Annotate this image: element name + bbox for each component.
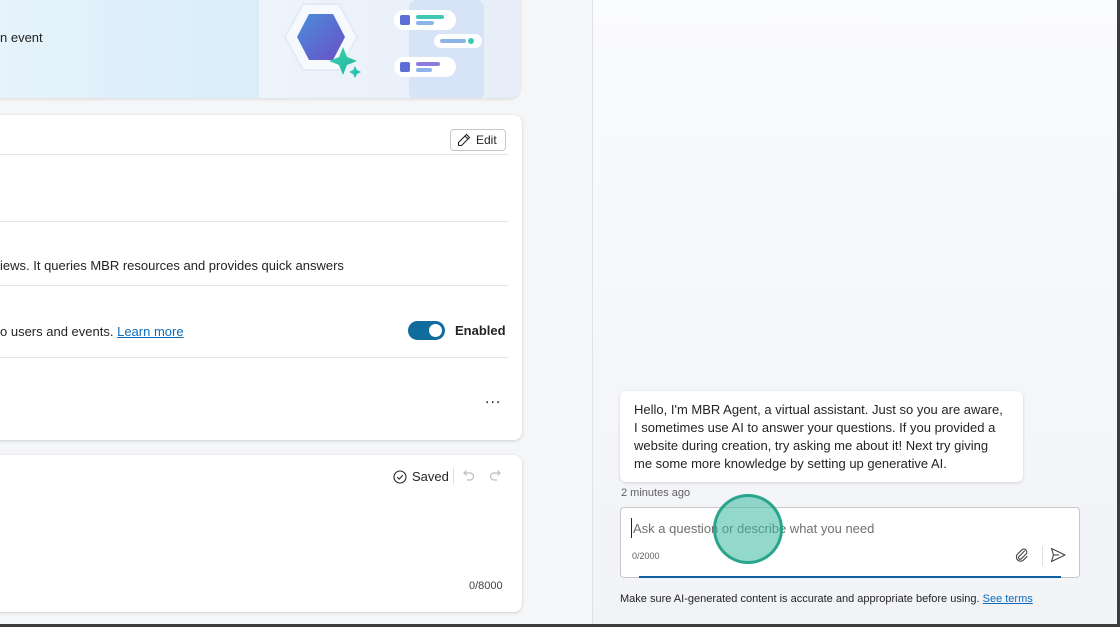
agent-details-card: Edit iews. It queries MBR resources and … <box>0 115 522 440</box>
agent-hexagon-icon <box>283 0 484 98</box>
checkmark-circle-icon <box>393 469 407 484</box>
saved-status: Saved <box>393 469 449 484</box>
hero-banner: n event <box>0 0 520 98</box>
hero-text: n event <box>0 30 43 45</box>
orchestration-toggle[interactable] <box>408 321 445 340</box>
input-focus-indicator <box>639 576 1061 578</box>
undo-icon[interactable] <box>460 467 476 483</box>
separator <box>1042 546 1043 566</box>
divider <box>0 357 508 358</box>
divider <box>0 221 508 222</box>
edit-button[interactable]: Edit <box>450 129 506 151</box>
edit-label: Edit <box>476 133 497 147</box>
learn-more-link[interactable]: Learn more <box>117 324 183 339</box>
hero-illustration <box>259 0 520 98</box>
orchestration-description: o users and events. <box>0 324 114 339</box>
chat-char-counter: 0/2000 <box>632 551 660 561</box>
pencil-icon <box>457 133 471 147</box>
attach-icon[interactable] <box>1014 547 1030 563</box>
disclaimer-text: Make sure AI-generated content is accura… <box>620 593 980 605</box>
divider <box>0 154 508 155</box>
instructions-char-counter: 0/8000 <box>469 580 503 592</box>
saved-label: Saved <box>412 469 449 484</box>
chat-input-box: 0/2000 <box>620 507 1080 578</box>
agent-message-bubble: Hello, I'm MBR Agent, a virtual assistan… <box>620 391 1023 482</box>
divider <box>0 285 508 286</box>
message-timestamp: 2 minutes ago <box>621 487 691 499</box>
ai-disclaimer: Make sure AI-generated content is accura… <box>620 593 1033 605</box>
send-icon[interactable] <box>1049 546 1067 564</box>
separator <box>453 467 454 485</box>
description-text: iews. It queries MBR resources and provi… <box>0 258 344 273</box>
orchestration-text: o users and events. Learn more <box>0 324 184 339</box>
left-pane: n event Edit iews. It queries MBR resour… <box>0 0 592 627</box>
instructions-card: Saved 0/8000 <box>0 455 522 612</box>
see-terms-link[interactable]: See terms <box>983 593 1033 605</box>
toggle-label: Enabled <box>455 323 506 338</box>
redo-icon[interactable] <box>488 467 504 483</box>
chat-input[interactable] <box>631 518 1011 538</box>
more-options-button[interactable]: ... <box>485 390 501 408</box>
